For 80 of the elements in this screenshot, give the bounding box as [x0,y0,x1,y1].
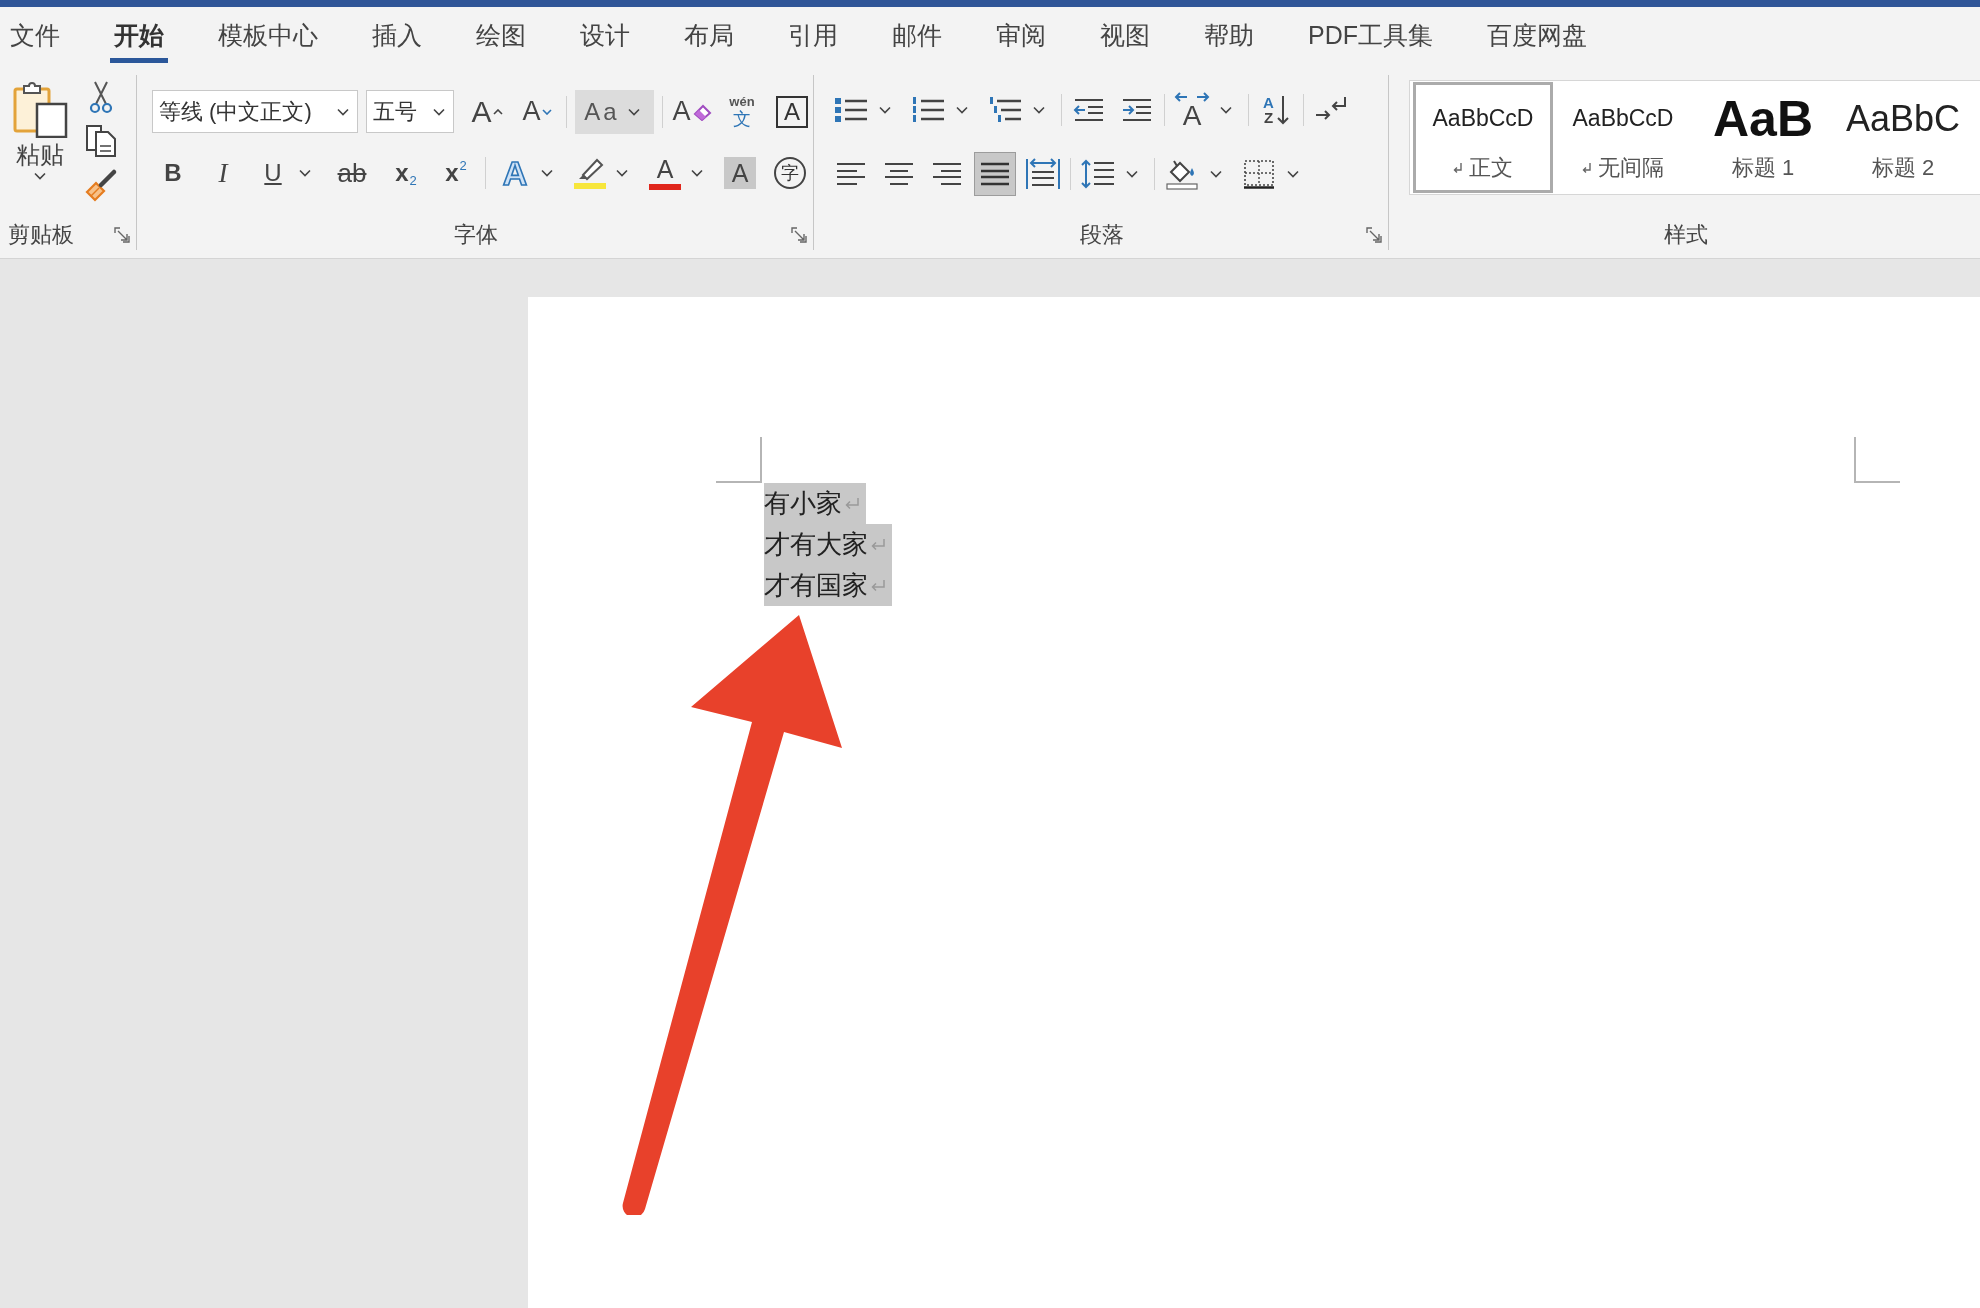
multilevel-list-icon [988,96,1022,124]
font-size-field[interactable]: 五号 [365,90,454,133]
dialog-launcher-icon[interactable] [791,227,807,243]
distributed-icon [1025,158,1061,190]
borders-icon [1243,159,1275,189]
scissors-icon [89,80,113,114]
align-center-icon [883,161,915,187]
ribbon-tab[interactable]: 文件 [6,7,64,63]
chevron-down-icon [336,107,349,116]
line-spacing-icon [1081,159,1115,189]
style-name: 无间隔 [1598,153,1664,182]
phonetic-guide-button[interactable]: wén 文 [721,91,763,132]
ribbon-tab[interactable]: 邮件 [888,7,946,63]
paragraph-mark-icon [870,537,886,552]
clipboard-icon [12,80,68,138]
down-arrow-icon [1276,95,1289,125]
paragraph-text: 有小家 [764,487,842,520]
chevron-down-icon [433,107,445,116]
copy-icon [85,124,117,158]
justify-icon [979,161,1011,187]
bullets-icon [834,96,868,124]
increase-indent-icon [1121,97,1153,123]
style-preview-text: AaBbCcD [1572,104,1674,133]
format-painter-button[interactable] [84,168,118,202]
shrink-font-button[interactable]: A [516,91,558,132]
bold-button[interactable]: B [152,153,194,193]
paragraph-mark-icon [844,496,860,511]
ribbon-tab[interactable]: 百度网盘 [1483,7,1591,63]
margin-corner-icon [1854,437,1900,483]
paragraph-text: 才有大家 [764,528,868,561]
group-label: 字体 [454,221,498,249]
copy-button[interactable] [85,124,117,158]
style-name: 标题 2 [1871,153,1935,182]
paragraph-mark-icon [870,578,886,593]
double-arrow-icon [1174,91,1210,104]
justify-button[interactable] [974,152,1016,196]
underline-button[interactable]: U [252,153,319,193]
change-case-button[interactable]: Aa [575,89,654,134]
decrease-indent-icon [1073,97,1105,123]
ribbon-tab[interactable]: 设计 [576,7,634,63]
group-label: 段落 [1080,221,1124,249]
group-label: 样式 [1663,221,1708,249]
ribbon-tab[interactable]: 引用 [784,7,842,63]
asian-layout-button[interactable]: A [1171,90,1242,130]
cut-button[interactable] [89,80,113,114]
caret-up-icon [492,108,503,115]
ribbon-tab[interactable]: 插入 [368,7,426,63]
style-gallery-item[interactable]: AaBbCcD 正文 [1413,82,1553,193]
paintbrush-icon [84,168,118,202]
ribbon-tab[interactable]: PDF工具集 [1304,7,1437,63]
paint-bucket-icon [1165,158,1199,190]
paste-button[interactable]: 粘贴 [10,78,70,220]
italic-button[interactable]: I [202,153,244,193]
margin-corner-icon [716,437,762,483]
ribbon-tab[interactable]: 视图 [1096,7,1154,63]
numbered-list-icon [911,96,945,124]
group-label: 剪贴板 [8,221,74,249]
ribbon-tab[interactable]: 布局 [680,7,738,63]
style-name: 标题 1 [1731,153,1795,182]
align-right-icon [931,161,963,187]
font-color-button[interactable]: A [644,153,711,193]
grow-font-button[interactable]: A [466,91,508,132]
dialog-launcher-icon[interactable] [1366,227,1382,243]
clear-formatting-button[interactable]: A [671,91,713,132]
strikethrough-button[interactable]: ab [327,153,377,193]
ribbon-tab[interactable]: 审阅 [992,7,1050,63]
ribbon-tab[interactable]: 帮助 [1200,7,1258,63]
ribbon-tab[interactable]: 模板中心 [214,7,322,63]
caret-down-icon [541,108,552,115]
ribbon-tab[interactable]: 绘图 [472,7,530,63]
style-preview-text: AaBbC [1845,100,1961,137]
align-left-icon [835,161,867,187]
dialog-launcher-icon[interactable] [114,227,130,243]
style-preview-text: AaBbCcD [1432,104,1534,133]
sort-button[interactable]: A Z [1255,90,1297,130]
style-preview-text: AaB [1713,93,1813,144]
eraser-icon [691,102,712,121]
style-name: 正文 [1469,153,1513,182]
paragraph-text: 才有国家 [764,569,868,602]
font-name-field[interactable]: 等线 (中文正文) [152,90,358,133]
